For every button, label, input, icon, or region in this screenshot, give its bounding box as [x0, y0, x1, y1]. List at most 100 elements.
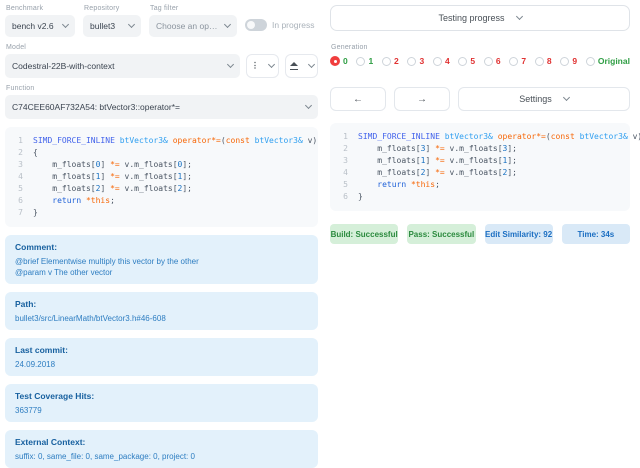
panel-title: External Context:	[15, 436, 308, 449]
line-number: 1	[338, 131, 348, 143]
generation-option-label: 6	[496, 56, 501, 66]
line-number: 6	[13, 195, 23, 207]
generation-option-9[interactable]: 9	[560, 56, 577, 66]
benchmark-select[interactable]: bench v2.6	[5, 15, 75, 37]
generation-option-label: 5	[470, 56, 475, 66]
code-text: m_floats[3] *= v.m_floats[3];	[358, 143, 517, 155]
code-line: 3 m_floats[1] *= v.m_floats[1];	[338, 155, 622, 167]
panel-line: suffix: 0, same_file: 0, same_package: 0…	[15, 451, 308, 462]
benchmark-value: bench v2.6	[12, 21, 54, 31]
line-number: 5	[338, 179, 348, 191]
radio-icon	[484, 57, 493, 66]
code-text: {	[33, 147, 38, 159]
badge-pass: Pass: Successful	[407, 224, 475, 244]
generation-option-original[interactable]: Original	[586, 56, 630, 66]
repository-label: Repository	[84, 5, 141, 12]
source-code-block: 1SIMD_FORCE_INLINE btVector3& operator*=…	[5, 127, 318, 227]
in-progress-toggle[interactable]: In progress	[245, 19, 315, 31]
tag-filter-label: Tag filter	[150, 5, 237, 12]
chevron-down-icon	[268, 61, 275, 68]
generation-option-label: 0	[343, 56, 348, 66]
code-text: }	[358, 191, 363, 203]
code-text: return *this;	[33, 195, 115, 207]
generation-option-3[interactable]: 3	[407, 56, 424, 66]
code-text: m_floats[2] *= v.m_floats[2];	[33, 183, 192, 195]
code-text: m_floats[2] *= v.m_floats[2];	[358, 167, 517, 179]
line-number: 3	[13, 159, 23, 171]
code-text: return *this;	[358, 179, 440, 191]
repository-select[interactable]: bullet3	[83, 15, 141, 37]
line-number: 2	[338, 143, 348, 155]
line-number: 4	[13, 171, 23, 183]
badge-build: Build: Successful	[330, 224, 398, 244]
generation-option-8[interactable]: 8	[535, 56, 552, 66]
code-line: 1SIMD_FORCE_INLINE btVector3& operator*=…	[13, 135, 310, 147]
settings-button[interactable]: Settings	[458, 87, 630, 111]
badge-time: Time: 34s	[562, 224, 630, 244]
chevron-down-icon	[62, 21, 69, 28]
code-text: m_floats[0] *= v.m_floats[0];	[33, 159, 192, 171]
generation-option-7[interactable]: 7	[509, 56, 526, 66]
line-number: 6	[338, 191, 348, 203]
generation-option-label: Original	[598, 56, 630, 66]
code-line: 5 m_floats[2] *= v.m_floats[2];	[13, 183, 310, 195]
chevron-down-icon	[305, 102, 312, 109]
badge-edit-similarity: Edit Similarity: 92	[485, 224, 553, 244]
line-number: 3	[338, 155, 348, 167]
right-column: Testing progress Generation 0123456789Or…	[322, 0, 640, 447]
model-select[interactable]: Codestral-22B-with-context	[5, 54, 240, 78]
info-panel-comment: Comment: @brief Elementwise multiply this…	[5, 235, 318, 284]
code-line: 4 m_floats[1] *= v.m_floats[1];	[13, 171, 310, 183]
tag-filter-select[interactable]: Choose an option	[149, 15, 237, 37]
chevron-down-icon	[307, 61, 314, 68]
compare-toolbar: ← → Settings	[330, 87, 630, 111]
toggle-knob	[247, 21, 255, 29]
panel-title: Comment:	[15, 241, 308, 254]
panel-line: 24.09.2018	[15, 359, 308, 370]
code-line: 3 m_floats[0] *= v.m_floats[0];	[13, 159, 310, 171]
radio-icon	[586, 57, 595, 66]
repository-value: bullet3	[90, 21, 115, 31]
generation-option-label: 9	[572, 56, 577, 66]
left-column: Benchmark bench v2.6 Repository bullet3 …	[0, 0, 322, 447]
info-panel-test-coverage-hits: Test Coverage Hits:363779	[5, 384, 318, 422]
code-line: 2{	[13, 147, 310, 159]
generation-option-1[interactable]: 1	[356, 56, 373, 66]
generation-option-5[interactable]: 5	[458, 56, 475, 66]
generation-option-6[interactable]: 6	[484, 56, 501, 66]
function-select[interactable]: C74CEE60AF732A54: btVector3::operator*=	[5, 95, 318, 119]
code-text: m_floats[1] *= v.m_floats[1];	[33, 171, 192, 183]
line-number: 2	[13, 147, 23, 159]
chevron-down-icon	[563, 94, 570, 101]
code-line: 1SIMD_FORCE_INLINE btVector3& operator*=…	[338, 131, 622, 143]
line-number: 4	[338, 167, 348, 179]
prev-button[interactable]: ←	[330, 87, 386, 111]
code-line: 7}	[13, 207, 310, 219]
panel-title: Test Coverage Hits:	[15, 390, 308, 403]
generation-option-2[interactable]: 2	[382, 56, 399, 66]
in-progress-label: In progress	[272, 20, 315, 30]
panel-line: bullet3/src/LinearMath/btVector3.h#46-60…	[15, 313, 308, 324]
line-number: 5	[13, 183, 23, 195]
generation-option-4[interactable]: 4	[433, 56, 450, 66]
testing-progress-button[interactable]: Testing progress	[330, 5, 630, 31]
kebab-icon: ⋮	[251, 62, 259, 70]
model-value: Codestral-22B-with-context	[12, 61, 115, 71]
chevron-down-icon	[128, 21, 135, 28]
generation-option-label: 4	[445, 56, 450, 66]
chevron-down-icon	[515, 13, 522, 20]
toggle-icon[interactable]	[245, 19, 267, 31]
generated-code-block: 1SIMD_FORCE_INLINE btVector3& operator*=…	[330, 123, 630, 211]
more-actions-button[interactable]: ⋮	[246, 54, 279, 78]
code-text: SIMD_FORCE_INLINE btVector3& operator*=(…	[33, 135, 317, 147]
code-line: 5 return *this;	[338, 179, 622, 191]
radio-icon	[458, 57, 467, 66]
testing-progress-label: Testing progress	[438, 13, 504, 23]
export-button[interactable]	[285, 54, 318, 78]
settings-label: Settings	[519, 94, 552, 104]
generation-option-0[interactable]: 0	[330, 56, 348, 66]
panel-line: @brief Elementwise multiply this vector …	[15, 256, 308, 267]
next-button[interactable]: →	[394, 87, 450, 111]
generation-option-label: 8	[547, 56, 552, 66]
tag-filter-value: Choose an option	[156, 21, 219, 31]
